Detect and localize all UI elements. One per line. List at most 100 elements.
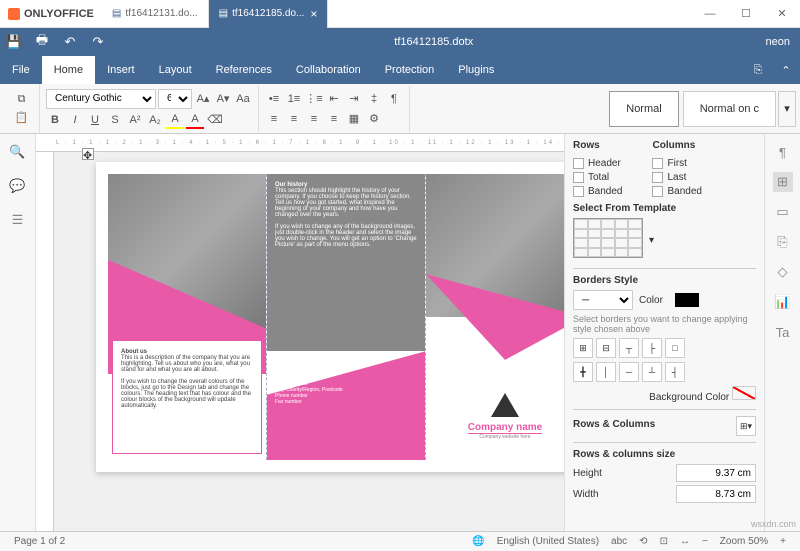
- nonprinting-icon[interactable]: ¶: [385, 90, 403, 108]
- copy-icon[interactable]: ⧉: [13, 91, 31, 109]
- zoom-in-icon[interactable]: +: [780, 536, 786, 547]
- border-color-swatch[interactable]: [675, 293, 699, 307]
- open-location-icon[interactable]: ⎘: [744, 56, 772, 84]
- border-bottom-icon[interactable]: ┴: [642, 362, 662, 382]
- width-input[interactable]: [676, 485, 756, 503]
- bullets-icon[interactable]: •≡: [265, 90, 283, 108]
- close-icon[interactable]: ×: [310, 7, 317, 21]
- bold-icon[interactable]: B: [46, 111, 64, 129]
- last-checkbox[interactable]: Last: [652, 172, 701, 183]
- change-case-icon[interactable]: Aa: [234, 90, 252, 108]
- table-settings-icon[interactable]: ⊞: [773, 172, 793, 192]
- template-preview[interactable]: [573, 218, 643, 258]
- indent-dec-icon[interactable]: ⇤: [325, 90, 343, 108]
- language-select[interactable]: English (United States): [497, 536, 599, 547]
- page-indicator[interactable]: Page 1 of 2: [14, 536, 65, 547]
- height-input[interactable]: [676, 464, 756, 482]
- font-color-icon[interactable]: A: [186, 111, 204, 129]
- align-left-icon[interactable]: ≡: [265, 110, 283, 128]
- save-icon[interactable]: 💾: [0, 28, 28, 56]
- border-all-icon[interactable]: ⊟: [596, 338, 616, 358]
- print-icon[interactable]: 🖶: [28, 28, 56, 56]
- menu-file[interactable]: File: [0, 56, 42, 84]
- style-normal-on[interactable]: Normal on c: [683, 91, 776, 127]
- clear-style-icon[interactable]: ⌫: [206, 111, 224, 129]
- indent-inc-icon[interactable]: ⇥: [345, 90, 363, 108]
- fit-width-icon[interactable]: ↔: [680, 536, 690, 547]
- superscript-icon[interactable]: A²: [126, 111, 144, 129]
- increase-size-icon[interactable]: A▴: [194, 90, 212, 108]
- menu-insert[interactable]: Insert: [95, 56, 147, 84]
- ruler-horizontal[interactable]: L · 1 · 1 · 1 · 2 · 1 · 3 · 1 · 4 · 1 · …: [36, 134, 564, 152]
- border-top-icon[interactable]: ┬: [619, 338, 639, 358]
- chart-settings-icon[interactable]: 📊: [773, 292, 793, 312]
- fit-page-icon[interactable]: ⊡: [660, 536, 668, 547]
- paste-icon[interactable]: 📋: [13, 109, 31, 127]
- page[interactable]: ✥ About us This is a description of the …: [96, 162, 564, 472]
- border-none-icon[interactable]: □: [665, 338, 685, 358]
- user-label[interactable]: neon: [756, 36, 800, 48]
- undo-icon[interactable]: ↶: [56, 28, 84, 56]
- search-icon[interactable]: 🔍: [8, 142, 28, 162]
- highlight-icon[interactable]: A: [166, 111, 184, 129]
- globe-icon[interactable]: 🌐: [472, 536, 484, 547]
- menu-plugins[interactable]: Plugins: [446, 56, 506, 84]
- redo-icon[interactable]: ↷: [84, 28, 112, 56]
- border-left-icon[interactable]: ├: [642, 338, 662, 358]
- banded-rows-checkbox[interactable]: Banded: [573, 186, 622, 197]
- document-tab-active[interactable]: ▤ tf16412185.do... ×: [209, 0, 329, 28]
- canvas[interactable]: L · 1 · 1 · 1 · 2 · 1 · 3 · 1 · 4 · 1 · …: [36, 134, 564, 531]
- track-changes-icon[interactable]: ⟲: [639, 536, 647, 547]
- menu-layout[interactable]: Layout: [147, 56, 204, 84]
- shape-settings-icon[interactable]: ◇: [773, 262, 793, 282]
- numbering-icon[interactable]: 1≡: [285, 90, 303, 108]
- strike-icon[interactable]: S: [106, 111, 124, 129]
- maximize-button[interactable]: ☐: [728, 0, 764, 28]
- brochure-table[interactable]: About us This is a description of the co…: [108, 174, 564, 460]
- italic-icon[interactable]: I: [66, 111, 84, 129]
- menu-collaboration[interactable]: Collaboration: [284, 56, 373, 84]
- first-checkbox[interactable]: First: [652, 158, 701, 169]
- border-outer-icon[interactable]: ⊞: [573, 338, 593, 358]
- style-normal[interactable]: Normal: [609, 91, 678, 127]
- image-settings-icon[interactable]: ▭: [773, 202, 793, 222]
- styles-dropdown-icon[interactable]: ▾: [778, 91, 796, 127]
- minimize-button[interactable]: —: [692, 0, 728, 28]
- align-center-icon[interactable]: ≡: [285, 110, 303, 128]
- zoom-out-icon[interactable]: −: [702, 536, 708, 547]
- total-checkbox[interactable]: Total: [573, 172, 622, 183]
- menu-home[interactable]: Home: [42, 56, 95, 84]
- chevron-down-icon[interactable]: ▾: [649, 235, 654, 246]
- border-innerv-icon[interactable]: │: [596, 362, 616, 382]
- underline-icon[interactable]: U: [86, 111, 104, 129]
- align-right-icon[interactable]: ≡: [305, 110, 323, 128]
- font-family-select[interactable]: Century Gothic: [46, 89, 156, 109]
- headings-icon[interactable]: ☰: [8, 210, 28, 230]
- decrease-size-icon[interactable]: A▾: [214, 90, 232, 108]
- table-handle-icon[interactable]: ✥: [82, 148, 94, 160]
- border-right-icon[interactable]: ┤: [665, 362, 685, 382]
- menu-protection[interactable]: Protection: [373, 56, 447, 84]
- comments-icon[interactable]: 💬: [8, 176, 28, 196]
- font-size-select[interactable]: 6: [158, 89, 192, 109]
- paragraph-settings-icon[interactable]: ¶: [773, 142, 793, 162]
- multilevel-icon[interactable]: ⋮≡: [305, 90, 323, 108]
- shading-icon[interactable]: ▦: [345, 110, 363, 128]
- align-justify-icon[interactable]: ≡: [325, 110, 343, 128]
- header-checkbox[interactable]: Header: [573, 158, 622, 169]
- zoom-label[interactable]: Zoom 50%: [720, 536, 768, 547]
- header-settings-icon[interactable]: ⎘: [773, 232, 793, 252]
- subscript-icon[interactable]: A₂: [146, 111, 164, 129]
- ruler-vertical[interactable]: [36, 152, 54, 531]
- para-settings-icon[interactable]: ⚙: [365, 110, 383, 128]
- border-width-select[interactable]: ─: [573, 290, 633, 310]
- bg-color-swatch[interactable]: [732, 386, 756, 400]
- textart-settings-icon[interactable]: Ta: [773, 322, 793, 342]
- border-innerh-icon[interactable]: ─: [619, 362, 639, 382]
- close-button[interactable]: ✕: [764, 0, 800, 28]
- spellcheck-icon[interactable]: abc: [611, 536, 627, 547]
- collapse-ribbon-icon[interactable]: ⌃: [772, 56, 800, 84]
- banded-cols-checkbox[interactable]: Banded: [652, 186, 701, 197]
- border-inner-icon[interactable]: ╋: [573, 362, 593, 382]
- document-tab[interactable]: ▤ tf16412131.do...: [102, 0, 209, 28]
